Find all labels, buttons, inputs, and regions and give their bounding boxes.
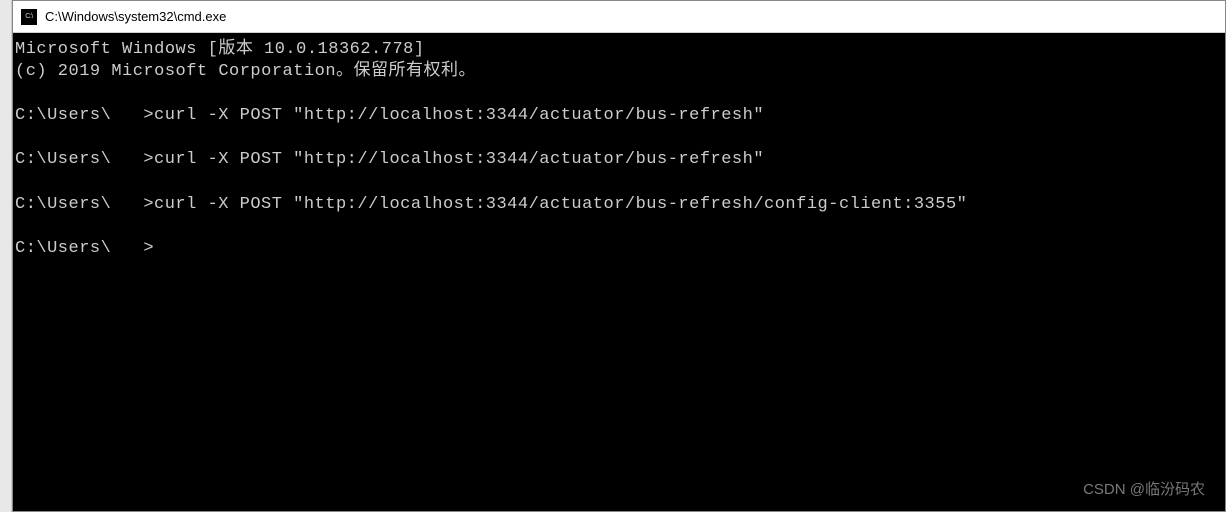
- prompt-suffix: >: [143, 106, 154, 125]
- cmd-icon: C:\: [21, 9, 37, 25]
- window-title: C:\Windows\system32\cmd.exe: [45, 9, 226, 24]
- prompt-suffix: >: [143, 150, 154, 169]
- prompt-suffix: >: [143, 195, 154, 214]
- command-text: curl -X POST "http://localhost:3344/actu…: [154, 106, 764, 125]
- command-text: curl -X POST "http://localhost:3344/actu…: [154, 195, 967, 214]
- redacted-username: [111, 107, 143, 123]
- left-background-strip: [0, 0, 12, 512]
- terminal-line: [15, 216, 1223, 238]
- titlebar[interactable]: C:\ C:\Windows\system32\cmd.exe: [13, 1, 1225, 33]
- prompt-prefix: C:\Users\: [15, 195, 111, 214]
- redacted-username: [111, 195, 143, 211]
- command-text: curl -X POST "http://localhost:3344/actu…: [154, 150, 764, 169]
- prompt-suffix: >: [143, 239, 154, 258]
- prompt-prefix: C:\Users\: [15, 150, 111, 169]
- prompt-prefix: C:\Users\: [15, 106, 111, 125]
- terminal-line: (c) 2019 Microsoft Corporation。保留所有权利。: [15, 61, 1223, 83]
- redacted-username: [111, 239, 143, 255]
- terminal-line: [15, 83, 1223, 105]
- prompt-prefix: C:\Users\: [15, 239, 111, 258]
- terminal-line: C:\Users\ >curl -X POST "http://localhost…: [15, 149, 1223, 171]
- cmd-icon-label: C:\: [25, 13, 32, 20]
- terminal-line: C:\Users\ >: [15, 238, 1223, 260]
- terminal-body[interactable]: Microsoft Windows [版本 10.0.18362.778](c)…: [13, 33, 1225, 511]
- terminal-line: C:\Users\ >curl -X POST "http://localhost…: [15, 105, 1223, 127]
- terminal-line: C:\Users\ >curl -X POST "http://localhost…: [15, 194, 1223, 216]
- terminal-line: [15, 127, 1223, 149]
- redacted-username: [111, 151, 143, 167]
- cmd-window: C:\ C:\Windows\system32\cmd.exe Microsof…: [12, 0, 1226, 512]
- terminal-line: Microsoft Windows [版本 10.0.18362.778]: [15, 39, 1223, 61]
- terminal-line: [15, 172, 1223, 194]
- watermark: CSDN @临汾码农: [1083, 480, 1205, 500]
